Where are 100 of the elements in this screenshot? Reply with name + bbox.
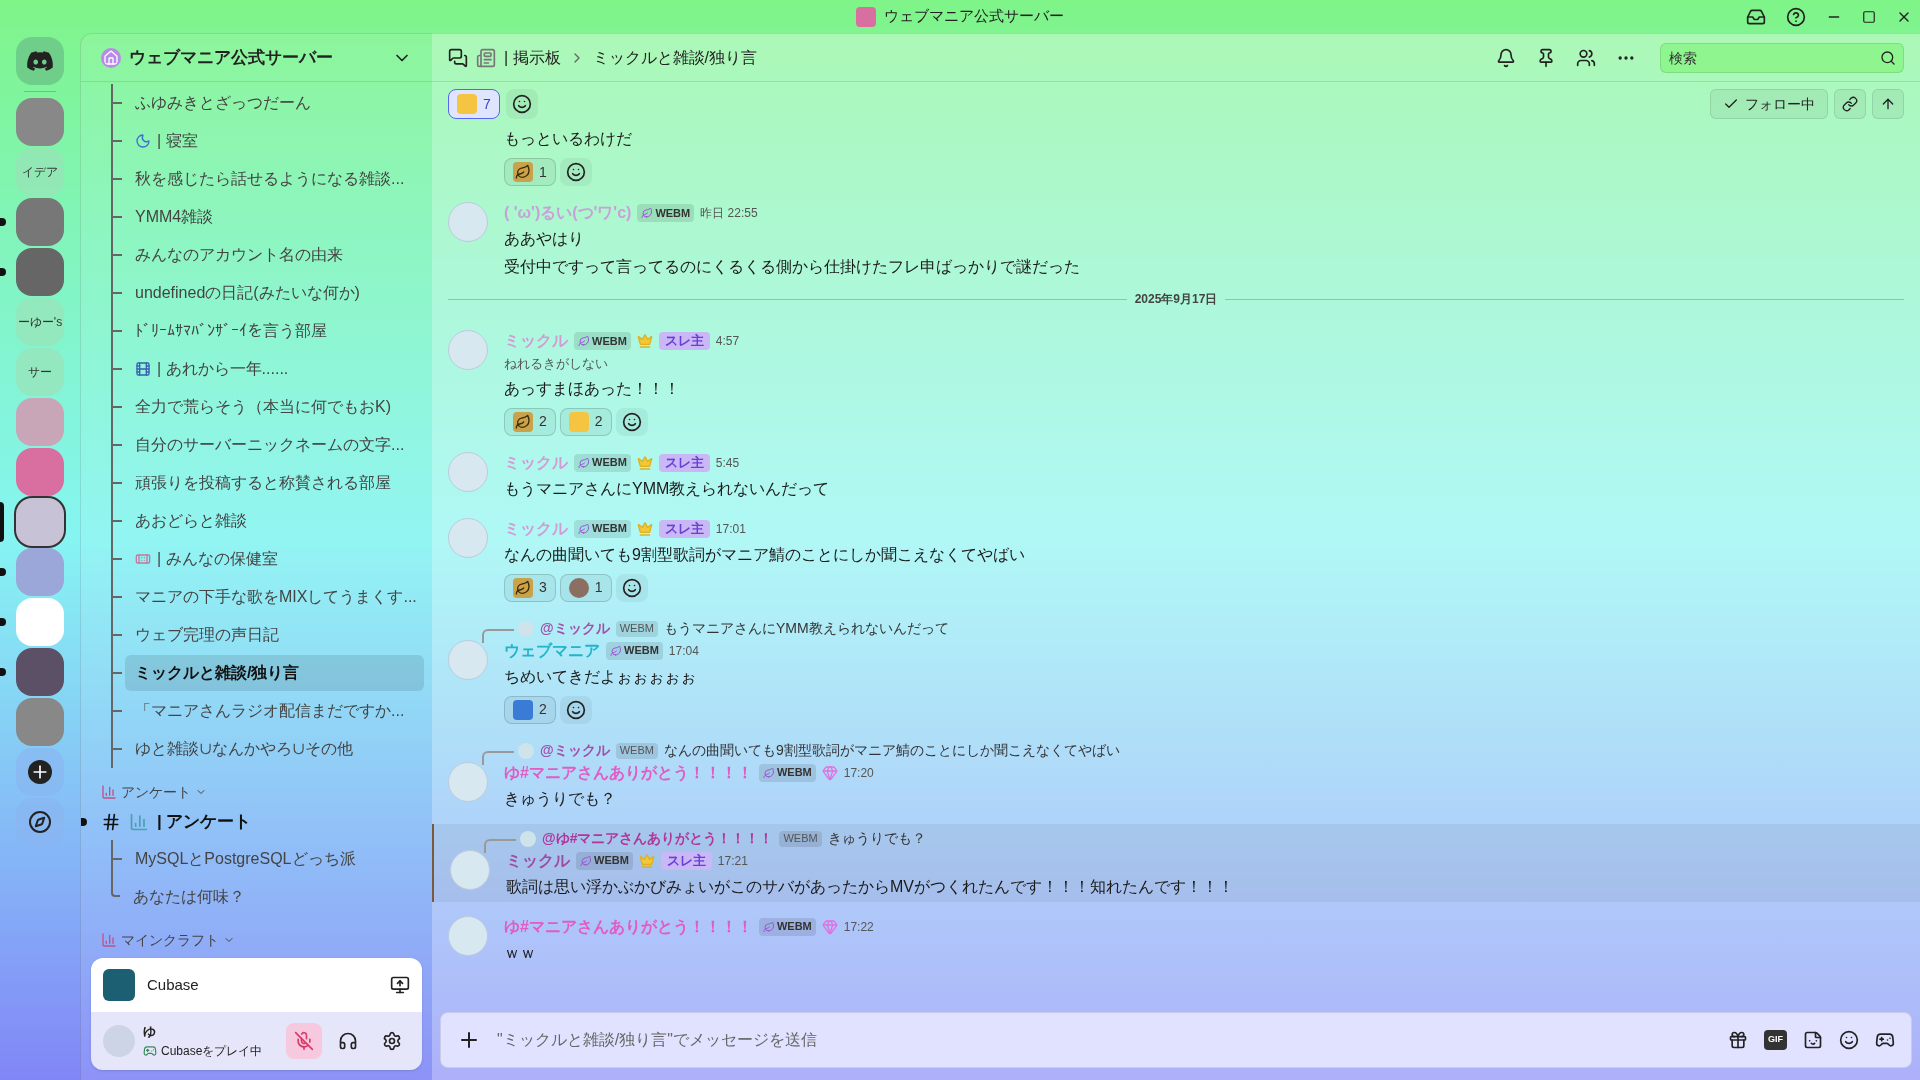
add-reaction-button[interactable] [505,89,538,119]
server-icon[interactable]: サー [16,348,64,396]
thread-title: ミックルと雑談/独り言 [592,47,758,68]
reply-author[interactable]: @ミックル [540,618,610,639]
app-icon [103,969,135,1001]
gif-button[interactable]: GIF [1764,1030,1787,1050]
reply-preview[interactable]: きゅうりでも？ [827,828,926,849]
smile-icon [511,94,532,114]
message-text: もうマニアさんにYMM教えられないんだって [504,478,830,499]
server-icon[interactable]: イデア [16,148,64,196]
thread-item[interactable]: 自分のサーバーニックネームの文字... [125,427,424,463]
leaf-icon [578,456,590,469]
thread-item[interactable]: ふゆみきとざっつだーん [125,85,424,121]
sticker-icon[interactable] [1803,1030,1823,1050]
thread-item[interactable]: | みんなの保健室 [125,541,424,577]
server-icon[interactable]: ーゆー's [16,298,64,346]
follow-button[interactable]: フォロー中 [1710,89,1828,119]
window-title: ウェブマニア公式サーバー [884,6,1064,27]
reply-connector [482,750,514,765]
guild-tag: WEBM [574,519,631,538]
message-text: あっすまほあった！！！ [504,378,681,399]
leaf-icon [762,766,775,779]
home-button[interactable] [16,37,64,85]
reaction-button[interactable]: 2 [504,407,556,436]
help-icon[interactable] [1786,6,1806,27]
bell-icon[interactable] [1496,47,1516,68]
share-screen-icon[interactable] [390,975,410,995]
thread-item[interactable]: 頑張りを投稿すると称賛される部屋 [125,465,424,501]
gamepad-icon[interactable] [1875,1030,1895,1050]
leaf-icon [578,522,590,535]
server-name[interactable]: ウェブマニア公式サーバー [129,44,384,71]
role-tag: スレ主 [658,519,710,538]
thread-item[interactable]: あなたは何味？ [123,879,424,915]
link-icon [1842,96,1858,112]
add-reaction-button[interactable] [559,158,592,186]
mute-button[interactable] [286,1023,322,1059]
pin-icon[interactable] [1536,47,1556,68]
compass-icon [28,810,52,834]
thread-item[interactable]: 全力で荒らそう（本当に何でもおK) [125,389,424,425]
thread-item[interactable]: ﾄﾞﾘｰﾑｻﾏﾊﾞﾝｻﾞｰｲを言う部屋 [125,313,424,349]
thread-item[interactable]: あおどらと雑談 [125,503,424,539]
thread-item[interactable]: ウェブ完理の声日記 [125,617,424,653]
server-icon[interactable] [16,498,64,546]
server-initials: ーゆー's [17,314,63,331]
date-divider: 2025年9月17日 [1134,291,1218,308]
thread-item[interactable]: ミックルと雑談/独り言 [125,655,424,691]
bar-chart-icon [101,784,117,800]
category-header[interactable]: マインクラフト [101,928,424,952]
grass-emoji-icon [513,411,533,432]
gift-icon[interactable] [1728,1030,1748,1050]
add-reaction-button[interactable] [559,695,592,724]
add-reaction-button[interactable] [615,407,648,436]
server-icon[interactable] [16,248,64,296]
reply-preview[interactable]: もうマニアさんにYMM教えられないんだって [663,618,949,639]
reaction-button[interactable]: 2 [559,407,612,436]
thread-item[interactable]: MySQLとPostgreSQLどっち派 [125,841,424,877]
search-field[interactable]: 検索 [1660,42,1904,73]
thread-item[interactable]: 秋を感じたら話せるようになる雑談... [125,161,424,197]
thread-item[interactable]: みんなのアカウント名の由来 [125,237,424,273]
add-server-button[interactable] [16,748,64,796]
leaf-icon [578,335,590,347]
server-initials: イデア [22,164,58,181]
guild-tag: WEBM [574,332,631,350]
emoji-icon[interactable] [1839,1030,1859,1050]
thread-item[interactable]: YMM4雑談 [125,199,424,235]
channel-item[interactable]: | アンケート [101,804,260,840]
timestamp: 4:57 [715,333,740,350]
add-reaction-button[interactable] [615,573,648,602]
leaf-icon [641,207,654,219]
reply-connector [482,628,514,643]
reaction-button[interactable]: 1 [559,573,612,602]
timestamp: 17:21 [717,852,748,870]
reply-avatar [518,620,534,637]
reply-preview[interactable]: なんの曲聞いても9割型歌詞がマニア鯖のことにしか聞こえなくてやばい [663,740,1120,761]
discover-button[interactable] [16,798,64,846]
smile-icon [621,411,642,432]
reaction-button[interactable]: 7 [448,89,500,119]
members-icon[interactable] [1576,47,1596,68]
username: ゆ [143,1023,157,1042]
thread-item[interactable]: | あれから一年...... [125,351,424,387]
thread-item[interactable]: ゆと雑談∪なんかやろ∪その他 [125,731,424,767]
bar-chart-icon [129,812,149,832]
reaction-button[interactable]: 2 [504,695,556,724]
reaction-button[interactable]: 3 [504,573,556,602]
guild-tag: WEBM [758,917,816,936]
reply-avatar [518,742,534,759]
thread-item[interactable]: 「マニアさんラジオ配信まだですか... [125,693,424,729]
scroll-up-button[interactable] [1872,89,1904,119]
server-icon[interactable] [16,648,64,696]
copy-link-button[interactable] [1834,89,1866,119]
thread-item[interactable]: | 寝室 [125,123,424,159]
message-input[interactable]: "ミックルと雑談/独り言"でメッセージを送信 GIF [440,1012,1912,1068]
message-text: きゅうりでも？ [504,788,617,809]
thread-item[interactable]: マニアの下手な歌をMIXしてうまくす... [125,579,424,615]
reaction-button[interactable]: 1 [504,158,556,186]
thread-item[interactable]: undefinedの日記(みたいな何か) [125,275,424,311]
forum-link[interactable]: | 掲示板 [504,45,561,70]
category-header[interactable]: アンケート [101,780,424,804]
maximize-icon[interactable] [1862,9,1876,24]
activity-card[interactable]: Cubase [91,958,422,1012]
